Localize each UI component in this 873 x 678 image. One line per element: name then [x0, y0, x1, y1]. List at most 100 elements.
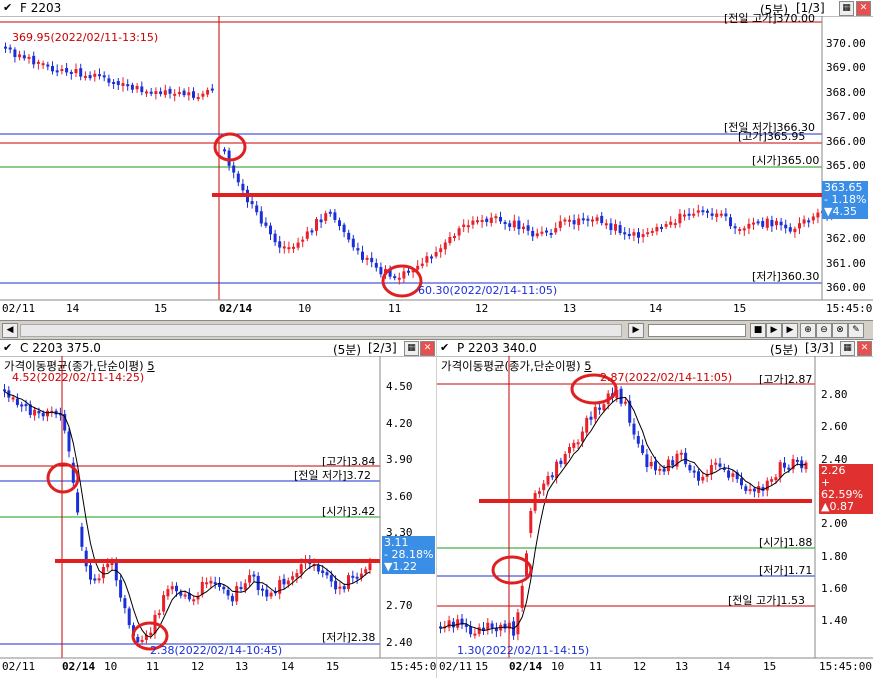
- x-tick-label: 11: [146, 660, 160, 673]
- put-chart-pane[interactable]: ✔ P 2203 340.0 (5분) [3/3] ▦ ✕ 가격이동평균(종가,…: [437, 340, 873, 678]
- candle: [79, 68, 83, 77]
- candle: [136, 636, 140, 643]
- candle: [93, 578, 97, 581]
- candle: [243, 583, 247, 590]
- candle: [46, 64, 50, 67]
- candle: [46, 410, 49, 417]
- y-tick-label: 3.60: [386, 489, 413, 503]
- y-tick-label: 366.00: [826, 134, 866, 148]
- candle: [157, 613, 161, 616]
- candle: [370, 257, 374, 263]
- candle: [748, 489, 752, 492]
- call-chart-pane[interactable]: ✔ C 2203 375.0 (5분) [2/3] ▦ ✕ 가격이동평균(종가,…: [0, 340, 436, 678]
- candle: [646, 232, 650, 235]
- zoom-slider[interactable]: [648, 324, 746, 337]
- x-tick-label: 15: [326, 660, 340, 673]
- candle: [618, 225, 622, 234]
- candle: [540, 231, 544, 234]
- candle: [351, 575, 355, 578]
- stop-icon[interactable]: ■: [750, 323, 766, 338]
- candle: [355, 576, 359, 579]
- scroll-track[interactable]: [20, 324, 622, 337]
- candle: [32, 55, 36, 65]
- candle: [88, 75, 92, 79]
- candle: [714, 462, 718, 465]
- zoom-in-icon[interactable]: ⊕: [800, 323, 816, 338]
- candle: [356, 248, 360, 251]
- x-tick-label: 12: [191, 660, 205, 673]
- candle: [658, 468, 662, 471]
- zoom-reset-icon[interactable]: ⊗: [832, 323, 848, 338]
- ref-prev-high: [전일 고가]1.53: [728, 594, 806, 607]
- candle: [89, 565, 92, 580]
- futures-chart-pane[interactable]: ✔ F 2203 (5분) [1/3] ▦ ✕ 369.95(2022/02/1…: [0, 0, 873, 320]
- candle: [149, 91, 153, 94]
- y-tick-label: 4.20: [386, 416, 413, 430]
- candle: [205, 582, 209, 585]
- candle: [733, 226, 737, 229]
- candle: [299, 564, 303, 574]
- candle: [65, 68, 69, 73]
- candle: [499, 216, 502, 222]
- candle: [347, 232, 351, 240]
- candle: [22, 55, 26, 59]
- scroll-right-icon[interactable]: ▶: [628, 323, 644, 338]
- candle: [641, 445, 645, 454]
- low-annotation: 1.30(2022/02/11-14:15): [457, 644, 590, 657]
- play-icon[interactable]: ▶: [782, 323, 798, 338]
- candle: [287, 247, 291, 250]
- candle: [123, 598, 127, 609]
- candle: [503, 222, 507, 225]
- candle: [529, 511, 533, 534]
- candle: [200, 581, 204, 595]
- x-tick-label: 02/11: [2, 302, 36, 315]
- candle: [248, 575, 252, 583]
- candle: [397, 277, 401, 280]
- candle: [740, 478, 743, 486]
- candle: [595, 217, 599, 221]
- zoom-out-icon[interactable]: ⊖: [816, 323, 832, 338]
- candle: [140, 639, 144, 642]
- y-tick-label: 362.00: [826, 232, 866, 246]
- candle: [727, 470, 731, 478]
- candle: [98, 74, 101, 77]
- candle: [301, 239, 305, 242]
- candle: [545, 230, 548, 233]
- candle: [563, 453, 567, 465]
- candle: [175, 585, 178, 592]
- x-tick-label: 02/14: [219, 302, 253, 315]
- candle: [264, 222, 268, 226]
- candle: [577, 218, 581, 226]
- y-tick-label: 367.00: [826, 110, 866, 124]
- candle: [494, 216, 498, 219]
- candle: [236, 173, 240, 183]
- scroll-left-icon[interactable]: ◀: [2, 323, 18, 338]
- candle: [770, 219, 774, 227]
- candle: [342, 586, 346, 590]
- candle: [192, 91, 195, 98]
- candle: [800, 460, 804, 469]
- candle: [586, 218, 590, 221]
- candle: [554, 228, 558, 233]
- candle: [36, 61, 40, 64]
- candle: [183, 594, 187, 597]
- candle: [443, 242, 447, 250]
- candle: [206, 90, 210, 95]
- candle: [787, 467, 791, 470]
- candle: [273, 233, 277, 243]
- candle: [83, 75, 87, 78]
- candle: [41, 412, 45, 417]
- candle: [278, 579, 282, 594]
- candle: [430, 256, 433, 259]
- candle: [334, 580, 338, 590]
- wrench-icon[interactable]: ✎: [848, 323, 864, 338]
- candle: [402, 271, 406, 279]
- candle: [420, 263, 424, 266]
- x-tick-label: 10: [298, 302, 312, 315]
- first-icon[interactable]: ▶: [766, 323, 782, 338]
- x-tick-label: 12: [475, 302, 489, 315]
- candle: [662, 468, 666, 472]
- candle: [112, 82, 116, 85]
- candle: [738, 229, 742, 232]
- candle: [683, 214, 686, 217]
